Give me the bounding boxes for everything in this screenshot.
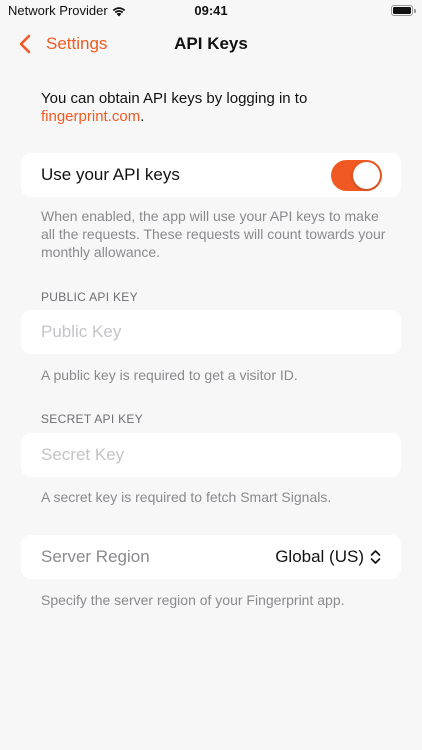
- battery-icon: [391, 5, 416, 16]
- server-region-value: Global (US): [275, 547, 364, 566]
- status-time: 09:41: [194, 3, 228, 18]
- secret-key-row: [21, 433, 401, 477]
- toggle-knob: [353, 162, 380, 189]
- use-api-keys-label: Use your API keys: [41, 165, 180, 184]
- server-region-label: Server Region: [41, 547, 150, 566]
- server-region-row: Server Region Global (US): [21, 535, 401, 579]
- public-key-footer: A public key is required to get a visito…: [41, 367, 298, 383]
- public-key-row: [21, 310, 401, 354]
- secret-key-input[interactable]: [41, 445, 381, 465]
- secret-key-footer: A secret key is required to fetch Smart …: [41, 489, 332, 505]
- server-region-select[interactable]: Global (US): [275, 546, 381, 568]
- api-keys-screen: Network Provider 09:41 Settings API Keys…: [0, 0, 422, 750]
- intro-suffix: .: [140, 108, 145, 125]
- public-key-header: PUBLIC API KEY: [41, 290, 138, 304]
- chevron-up-down-icon: [370, 550, 381, 564]
- fingerprint-link[interactable]: fingerprint.com: [41, 108, 140, 125]
- navigation-bar: Settings API Keys: [0, 22, 422, 66]
- public-key-input[interactable]: [41, 322, 381, 342]
- battery-level: [393, 7, 411, 14]
- status-bar: Network Provider 09:41: [0, 0, 422, 22]
- use-api-keys-toggle[interactable]: [331, 160, 382, 191]
- use-api-keys-row: Use your API keys: [21, 153, 401, 197]
- page-title: API Keys: [174, 34, 248, 53]
- server-region-footer: Specify the server region of your Finger…: [41, 592, 345, 608]
- secret-key-header: SECRET API KEY: [41, 412, 144, 426]
- intro-text: You can obtain API keys by logging in to…: [41, 90, 391, 126]
- intro-message: You can obtain API keys by logging in to: [41, 90, 308, 107]
- use-api-keys-footer: When enabled, the app will use your API …: [41, 208, 386, 260]
